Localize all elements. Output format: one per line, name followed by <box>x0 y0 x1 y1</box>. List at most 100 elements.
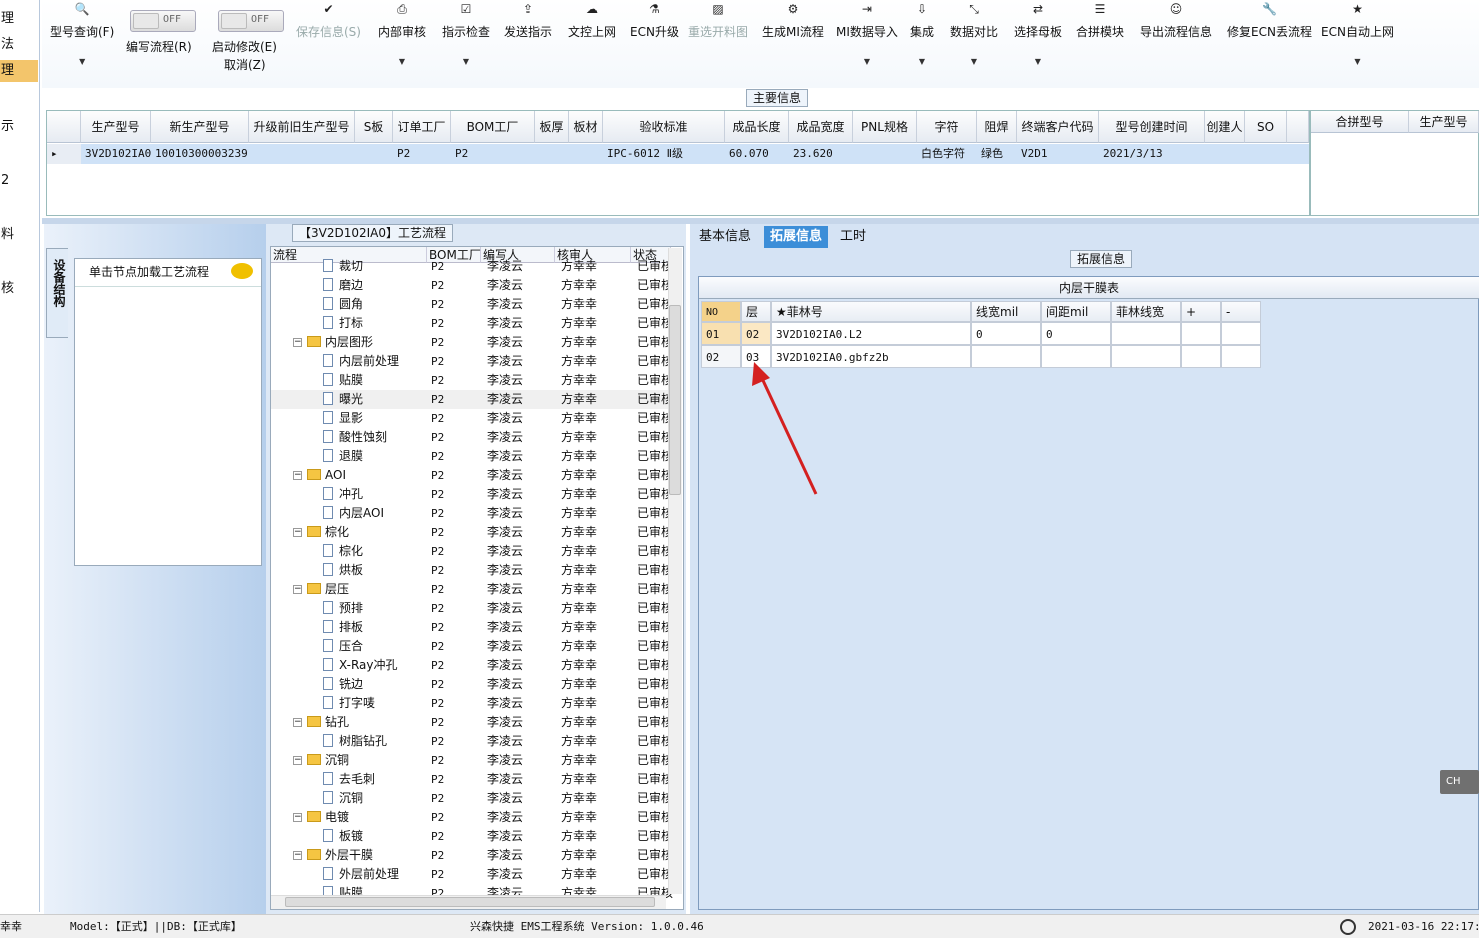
wrench-button[interactable]: 🔧 修复ECN丢流程 <box>1227 2 1312 40</box>
left-nav-item[interactable]: 2 <box>0 170 38 192</box>
toggle-knob[interactable] <box>221 13 247 29</box>
ext-table-header[interactable]: + <box>1181 301 1221 322</box>
grid-cell[interactable]: P2 <box>393 144 451 164</box>
ext-table-cell[interactable] <box>1111 322 1181 345</box>
grid-header[interactable]: 成品长度 <box>725 111 789 143</box>
grid-cell[interactable]: 2021/3/13 <box>1099 144 1205 164</box>
chevron-down-icon[interactable]: ▼ <box>836 54 898 70</box>
tree-row[interactable]: X-Ray冲孔 P2 李凌云 方幸幸 已审核 <box>271 656 673 675</box>
upload-button[interactable]: ⇪ 发送指示 <box>504 2 552 40</box>
chevron-down-icon[interactable]: ▼ <box>442 54 490 70</box>
grid-header[interactable]: 验收标准 <box>603 111 725 143</box>
tree-node[interactable]: 沉铜 <box>323 789 363 808</box>
tree-node[interactable]: 树脂钻孔 <box>323 732 387 751</box>
grid-cell[interactable]: IPC-6012 Ⅱ级 <box>603 144 725 164</box>
grid-header[interactable]: 成品宽度 <box>789 111 853 143</box>
import-button[interactable]: ⇥ MI数据导入 ▼ <box>836 2 898 70</box>
tree-row[interactable]: 铣边 P2 李凌云 方幸幸 已审核 <box>271 675 673 694</box>
tree-row[interactable]: 板镀 P2 李凌云 方幸幸 已审核 <box>271 827 673 846</box>
collapse-toggle[interactable]: − <box>293 813 302 822</box>
tree-vertical-scroll-thumb[interactable] <box>669 305 681 495</box>
tree-row[interactable]: 沉铜 P2 李凌云 方幸幸 已审核 <box>271 789 673 808</box>
grid-cell[interactable]: 10010300003239 <box>151 144 249 164</box>
ext-table-header[interactable]: - <box>1221 301 1261 322</box>
ext-table-cell[interactable]: 3V2D102IA0.L2 <box>771 322 971 345</box>
ext-table-header[interactable]: 线宽mil <box>971 301 1041 322</box>
tree-node[interactable]: 排板 <box>323 618 363 637</box>
left-nav-item[interactable]: 理 <box>0 8 38 30</box>
tree-node[interactable]: 显影 <box>323 409 363 428</box>
check-button[interactable]: ✔ 保存信息(S) <box>296 2 361 40</box>
tree-node[interactable]: 曝光 <box>323 390 363 409</box>
picture-button[interactable]: ▨ 重选开料图 <box>688 2 748 40</box>
tree-row[interactable]: − 钻孔 P2 李凌云 方幸幸 已审核 <box>271 713 673 732</box>
chevron-down-icon[interactable]: ▼ <box>1014 54 1062 70</box>
tree-node[interactable]: 烘板 <box>323 561 363 580</box>
tree-node[interactable]: 外层干膜 <box>307 846 373 865</box>
grid-cell[interactable] <box>535 144 569 164</box>
chevron-down-icon[interactable]: ▼ <box>950 54 998 70</box>
ext-table-cell[interactable]: 0 <box>971 322 1041 345</box>
tree-node[interactable]: 外层前处理 <box>323 865 399 884</box>
star-button[interactable]: ★ ECN自动上网 ▼ <box>1321 2 1394 70</box>
tree-node[interactable]: 内层AOI <box>323 504 384 523</box>
shuffle-button[interactable]: ⇄ 选择母板 ▼ <box>1014 2 1062 70</box>
tree-node[interactable]: 铣边 <box>323 675 363 694</box>
grid-header[interactable]: 终端客户代码 <box>1017 111 1099 143</box>
tree-row[interactable]: − 外层干膜 P2 李凌云 方幸幸 已审核 <box>271 846 673 865</box>
grid-cell[interactable]: 60.070 <box>725 144 789 164</box>
left-nav-item[interactable]: 理 <box>0 60 38 82</box>
tree-node[interactable]: 棕化 <box>323 542 363 561</box>
ime-badge[interactable]: CH <box>1440 770 1479 794</box>
ext-table-cell[interactable] <box>1111 345 1181 368</box>
ext-table-cell[interactable] <box>1221 322 1261 345</box>
ext-table-header[interactable]: ★菲林号 <box>771 301 971 322</box>
tree-row[interactable]: − AOI P2 李凌云 方幸幸 已审核 <box>271 466 673 485</box>
chevron-down-icon[interactable]: ▼ <box>1321 54 1394 70</box>
tree-node[interactable]: 沉铜 <box>307 751 349 770</box>
grid-header[interactable]: 新生产型号 <box>151 111 249 143</box>
left-nav-item[interactable]: 核 <box>0 278 38 300</box>
tree-row[interactable]: 外层前处理 P2 李凌云 方幸幸 已审核 <box>271 865 673 884</box>
left-nav-item[interactable]: 法 <box>0 34 38 56</box>
tree-row[interactable]: 压合 P2 李凌云 方幸幸 已审核 <box>271 637 673 656</box>
ext-table-cell[interactable] <box>971 345 1041 368</box>
grid-header[interactable]: SO <box>1245 111 1287 143</box>
grid-header[interactable]: 创建人 <box>1205 111 1245 143</box>
tree-row[interactable]: 预排 P2 李凌云 方幸幸 已审核 <box>271 599 673 618</box>
grid-header[interactable]: 字符 <box>917 111 977 143</box>
tree-node[interactable]: 预排 <box>323 599 363 618</box>
tree-node[interactable]: 裁切 <box>323 257 363 276</box>
tree-row[interactable]: 树脂钻孔 P2 李凌云 方幸幸 已审核 <box>271 732 673 751</box>
ext-table-cell[interactable] <box>1221 345 1261 368</box>
cancel-edit-label[interactable]: 取消(Z) <box>224 56 266 73</box>
download-button[interactable]: ⇩ 集成 ▼ <box>910 2 934 70</box>
tree-row[interactable]: 磨边 P2 李凌云 方幸幸 已审核 <box>271 276 673 295</box>
tree-row[interactable]: 排板 P2 李凌云 方幸幸 已审核 <box>271 618 673 637</box>
tree-node[interactable]: 酸性蚀刻 <box>323 428 387 447</box>
grid-cell[interactable]: 23.620 <box>789 144 853 164</box>
ext-table-cell[interactable] <box>1181 345 1221 368</box>
ext-table-header[interactable]: 菲林线宽 <box>1111 301 1181 322</box>
merge-grid-header[interactable]: 合拼型号 <box>1311 111 1409 133</box>
tree-row[interactable]: 内层AOI P2 李凌云 方幸幸 已审核 <box>271 504 673 523</box>
grid-header[interactable]: 板厚 <box>535 111 569 143</box>
tree-row[interactable]: 内层前处理 P2 李凌云 方幸幸 已审核 <box>271 352 673 371</box>
chevron-down-icon[interactable]: ▼ <box>910 54 934 70</box>
tree-node[interactable]: 圆角 <box>323 295 363 314</box>
ext-table-cell[interactable]: 02 <box>701 345 741 368</box>
search-button[interactable]: 🔍 型号查询(F) ▼ <box>50 2 114 70</box>
tree-row[interactable]: 冲孔 P2 李凌云 方幸幸 已审核 <box>271 485 673 504</box>
ext-table-cell[interactable] <box>1041 345 1111 368</box>
tree-node[interactable]: 压合 <box>323 637 363 656</box>
tree-node[interactable]: 去毛刺 <box>323 770 375 789</box>
grid-header[interactable]: S板 <box>355 111 393 143</box>
printer-button[interactable]: ⎙ 内部审核 ▼ <box>378 2 426 70</box>
tree-row[interactable]: − 层压 P2 李凌云 方幸幸 已审核 <box>271 580 673 599</box>
tree-node[interactable]: 内层前处理 <box>323 352 399 371</box>
tree-horizontal-scroll-thumb[interactable] <box>285 897 655 907</box>
toggle-knob[interactable] <box>133 13 159 29</box>
cloud-upload-button[interactable]: ☁ 文控上网 <box>568 2 616 40</box>
grid-header[interactable]: 型号创建时间 <box>1099 111 1205 143</box>
start-edit-toggle[interactable]: OFF <box>218 10 284 32</box>
